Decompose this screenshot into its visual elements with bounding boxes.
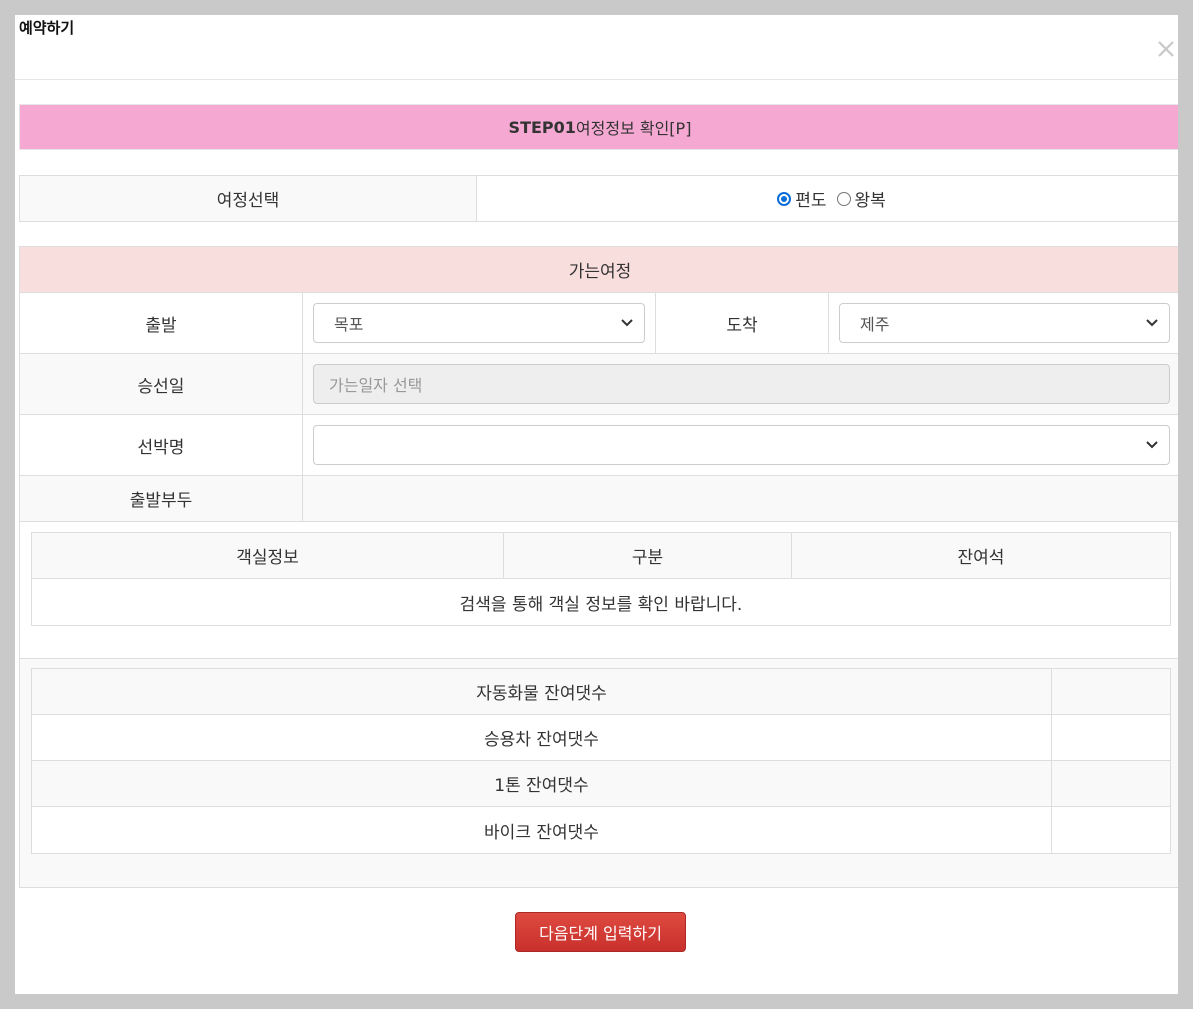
vehicle-row-label: 1톤 잔여댓수 [32, 761, 1052, 806]
trip-type-label: 여정선택 [20, 176, 477, 221]
route-row: 출발 목포 도착 제주 [20, 293, 1178, 354]
date-placeholder: 가는일자 선택 [329, 376, 423, 395]
cabin-empty-row: 검색을 통해 객실 정보를 확인 바랍니다. [32, 579, 1170, 625]
vehicle-section: 자동화물 잔여댓수 승용차 잔여댓수 1톤 잔여댓수 바이크 잔여댓수 [20, 659, 1178, 887]
step-title-bar: STEP01 여정정보 확인[P] [19, 104, 1178, 150]
vehicle-row-label: 승용차 잔여댓수 [32, 715, 1052, 760]
ship-label: 선박명 [20, 415, 303, 475]
cabin-table: 객실정보 구분 잔여석 검색을 통해 객실 정보를 확인 바랍니다. [31, 532, 1171, 626]
vehicle-row-value [1052, 807, 1170, 853]
trip-type-options: 편도 왕복 [477, 176, 1178, 221]
departure-select[interactable]: 목포 [313, 303, 645, 343]
trip-type-row: 여정선택 편도 왕복 [19, 175, 1178, 222]
vehicle-row-value [1052, 669, 1170, 714]
arrival-value: 제주 [860, 315, 890, 334]
modal-title: 예약하기 [19, 19, 75, 37]
ship-row: 선박명 [20, 415, 1178, 476]
outbound-journey-section: 가는여정 출발 목포 도착 제주 승선일 가는일자 선택 선박명 출발부두 객실… [19, 246, 1178, 888]
arrival-select[interactable]: 제주 [839, 303, 1170, 343]
vehicle-row: 자동화물 잔여댓수 [32, 669, 1170, 715]
radio-one-way[interactable] [777, 191, 792, 206]
close-icon [1158, 41, 1174, 57]
departure-date-input[interactable]: 가는일자 선택 [313, 364, 1170, 404]
vehicle-row-value [1052, 715, 1170, 760]
vehicle-row-label: 자동화물 잔여댓수 [32, 669, 1052, 714]
next-step-button[interactable]: 다음단계 입력하기 [515, 912, 686, 952]
vehicle-row: 승용차 잔여댓수 [32, 715, 1170, 761]
close-button[interactable] [1156, 39, 1176, 59]
cabin-header-type: 구분 [504, 533, 792, 578]
step-code: STEP01 [508, 117, 576, 137]
pier-value [303, 476, 1178, 521]
reservation-modal: 예약하기 STEP01 여정정보 확인[P] 여정선택 편도 왕복 가는여정 출… [15, 15, 1178, 994]
vehicle-row-value [1052, 761, 1170, 806]
cabin-header-seats: 잔여석 [957, 548, 1005, 568]
pier-row: 출발부두 [20, 476, 1178, 522]
step-title: 여정정보 확인[P] [575, 119, 692, 138]
vehicle-row-label: 바이크 잔여댓수 [32, 807, 1052, 853]
journey-header: 가는여정 [20, 247, 1178, 293]
chevron-down-icon [621, 319, 633, 327]
cabin-empty-message: 검색을 통해 객실 정보를 확인 바랍니다. [459, 594, 743, 615]
modal-header: 예약하기 [15, 15, 1178, 80]
arrival-label: 도착 [656, 293, 829, 353]
radio-round-trip[interactable] [836, 191, 851, 206]
ship-select[interactable] [313, 425, 1170, 465]
pier-label: 출발부두 [20, 476, 303, 521]
cabin-header-info: 객실정보 [32, 533, 504, 578]
chevron-down-icon [1146, 319, 1158, 327]
date-label: 승선일 [20, 354, 303, 414]
cabin-table-header: 객실정보 구분 잔여석 [32, 533, 1170, 579]
chevron-down-icon [1146, 441, 1158, 449]
vehicle-row: 바이크 잔여댓수 [32, 807, 1170, 853]
vehicle-table: 자동화물 잔여댓수 승용차 잔여댓수 1톤 잔여댓수 바이크 잔여댓수 [31, 668, 1171, 854]
radio-round-trip-label[interactable]: 왕복 [855, 186, 886, 211]
date-row: 승선일 가는일자 선택 [20, 354, 1178, 415]
cabin-section: 객실정보 구분 잔여석 검색을 통해 객실 정보를 확인 바랍니다. [20, 522, 1178, 659]
radio-one-way-label[interactable]: 편도 [795, 186, 826, 211]
vehicle-row: 1톤 잔여댓수 [32, 761, 1170, 807]
departure-value: 목포 [334, 315, 364, 334]
departure-label: 출발 [20, 293, 303, 353]
